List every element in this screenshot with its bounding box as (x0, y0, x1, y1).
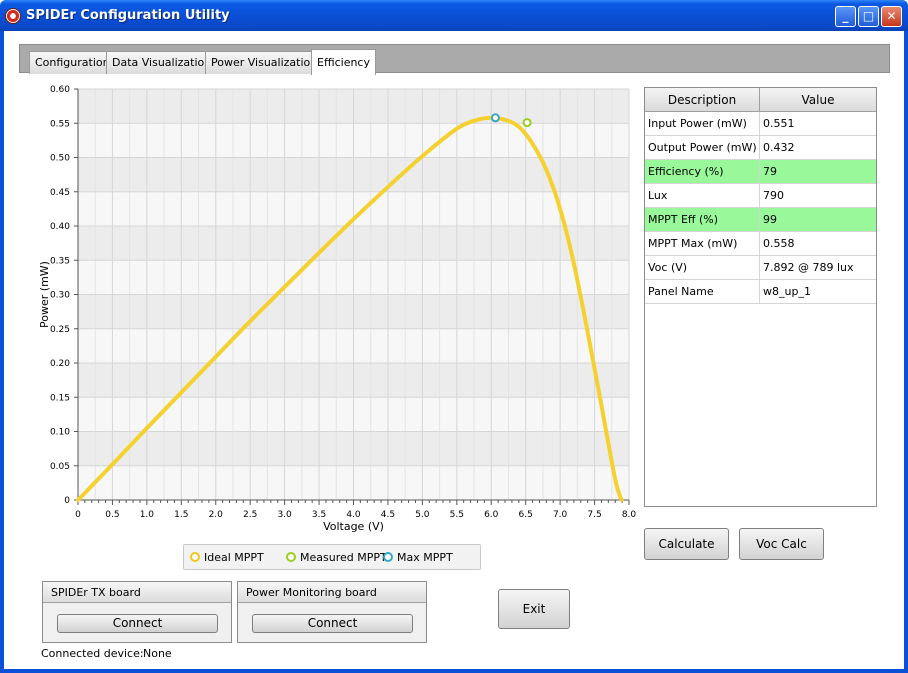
group-title: SPIDEr TX board (43, 582, 231, 603)
y-axis-label: Power (mW) (38, 261, 51, 328)
x-tick-label: 1.0 (140, 510, 155, 520)
app-window: SPIDEr Configuration Utility _ □ ✕ Confi… (0, 0, 908, 673)
row-description: MPPT Eff (%) (645, 208, 760, 232)
y-tick-label: 0.30 (50, 291, 70, 301)
y-tick-label: 0.40 (50, 222, 70, 232)
marker-max-mppt (490, 113, 500, 123)
x-tick-label: 6.0 (484, 510, 499, 520)
y-tick-label: 0.05 (50, 462, 70, 472)
x-tick-label: 7.5 (587, 510, 601, 520)
table-row[interactable]: Panel Name w8_up_1 (645, 280, 876, 304)
connected-device-value: None (143, 647, 172, 660)
row-value: 0.432 (763, 141, 795, 154)
legend-marker-max-icon (383, 552, 393, 562)
row-value: 0.551 (763, 117, 795, 130)
y-tick-label: 0 (64, 496, 70, 506)
row-description: Output Power (mW) (645, 136, 760, 160)
row-value: w8_up_1 (763, 285, 811, 298)
maximize-button[interactable]: □ (858, 6, 879, 27)
table-row[interactable]: Input Power (mW) 0.551 (645, 112, 876, 136)
row-description: Lux (645, 184, 760, 208)
row-description: MPPT Max (mW) (645, 232, 760, 256)
table-header: Description Value (645, 88, 876, 112)
x-tick-label: 0 (75, 510, 81, 520)
y-tick-label: 0.15 (50, 393, 70, 403)
x-tick-label: 1.5 (174, 510, 188, 520)
connect-power-button[interactable]: Connect (252, 614, 413, 633)
group-title: Power Monitoring board (238, 582, 426, 603)
maximize-icon: □ (862, 9, 875, 23)
exit-button[interactable]: Exit (498, 589, 570, 629)
connect-tx-button[interactable]: Connect (57, 614, 218, 633)
x-tick-label: 4.0 (346, 510, 361, 520)
x-tick-label: 4.5 (381, 510, 395, 520)
legend-item-measured-mppt: Measured MPPT (286, 551, 387, 565)
x-tick-label: 5.5 (450, 510, 464, 520)
marker-measured-mppt (522, 118, 532, 128)
results-table: Description Value Input Power (mW) 0.551 … (644, 87, 877, 507)
x-tick-label: 3.0 (277, 510, 292, 520)
title-bar[interactable]: SPIDEr Configuration Utility _ □ ✕ (0, 0, 908, 31)
voc-calc-button[interactable]: Voc Calc (739, 528, 824, 560)
row-value: 7.892 @ 789 lux (763, 261, 854, 274)
row-description: Efficiency (%) (645, 160, 760, 184)
spider-tx-board-group: SPIDEr TX board Connect (42, 581, 232, 643)
legend-marker-measured-icon (286, 552, 296, 562)
x-tick-label: 0.5 (105, 510, 119, 520)
row-description: Input Power (mW) (645, 112, 760, 136)
x-tick-label: 5.0 (415, 510, 430, 520)
y-tick-label: 0.50 (50, 154, 70, 164)
power-monitoring-board-group: Power Monitoring board Connect (237, 581, 427, 643)
row-value: 0.558 (763, 237, 795, 250)
x-tick-label: 2.5 (243, 510, 257, 520)
legend-item-ideal-mppt: Ideal MPPT (190, 551, 264, 565)
y-tick-label: 0.20 (50, 359, 70, 369)
legend-marker-ideal-icon (190, 552, 200, 562)
client-area: Configuration Data Visualization Power V… (4, 31, 904, 669)
y-tick-label: 0.10 (50, 428, 70, 438)
y-tick-label: 0.35 (50, 256, 70, 266)
spider-logo-icon (5, 8, 21, 24)
table-row[interactable]: Efficiency (%) 79 (645, 160, 876, 184)
close-button[interactable]: ✕ (881, 6, 902, 27)
minimize-button[interactable]: _ (835, 6, 856, 27)
chart-legend: Ideal MPPT Measured MPPT Max MPPT (183, 544, 481, 570)
table-row[interactable]: Lux 790 (645, 184, 876, 208)
window-title: SPIDEr Configuration Utility (26, 8, 230, 23)
row-value: 79 (763, 165, 777, 178)
connected-device-label: Connected device: (41, 647, 144, 660)
legend-item-max-mppt: Max MPPT (383, 551, 453, 565)
row-value: 790 (763, 189, 784, 202)
minimize-icon: _ (842, 9, 849, 23)
row-value: 99 (763, 213, 777, 226)
x-axis-label: Voltage (V) (323, 520, 384, 533)
table-row[interactable]: MPPT Max (mW) 0.558 (645, 232, 876, 256)
close-icon: ✕ (886, 9, 897, 23)
row-description: Panel Name (645, 280, 760, 304)
x-tick-label: 7.0 (553, 510, 568, 520)
x-tick-label: 2.0 (209, 510, 224, 520)
legend-label: Measured MPPT (300, 551, 387, 564)
calculate-button[interactable]: Calculate (644, 528, 729, 560)
y-tick-label: 0.60 (50, 85, 70, 95)
table-row[interactable]: Output Power (mW) 0.432 (645, 136, 876, 160)
table-row[interactable]: MPPT Eff (%) 99 (645, 208, 876, 232)
legend-label: Max MPPT (397, 551, 453, 564)
x-tick-label: 8.0 (622, 510, 637, 520)
y-tick-label: 0.55 (50, 119, 70, 129)
legend-label: Ideal MPPT (204, 551, 264, 564)
column-header-value[interactable]: Value (760, 88, 876, 112)
x-tick-label: 3.5 (312, 510, 326, 520)
y-tick-label: 0.25 (50, 325, 70, 335)
row-description: Voc (V) (645, 256, 760, 280)
y-tick-label: 0.45 (50, 188, 70, 198)
column-header-description[interactable]: Description (645, 88, 760, 112)
x-tick-label: 6.5 (519, 510, 533, 520)
table-row[interactable]: Voc (V) 7.892 @ 789 lux (645, 256, 876, 280)
